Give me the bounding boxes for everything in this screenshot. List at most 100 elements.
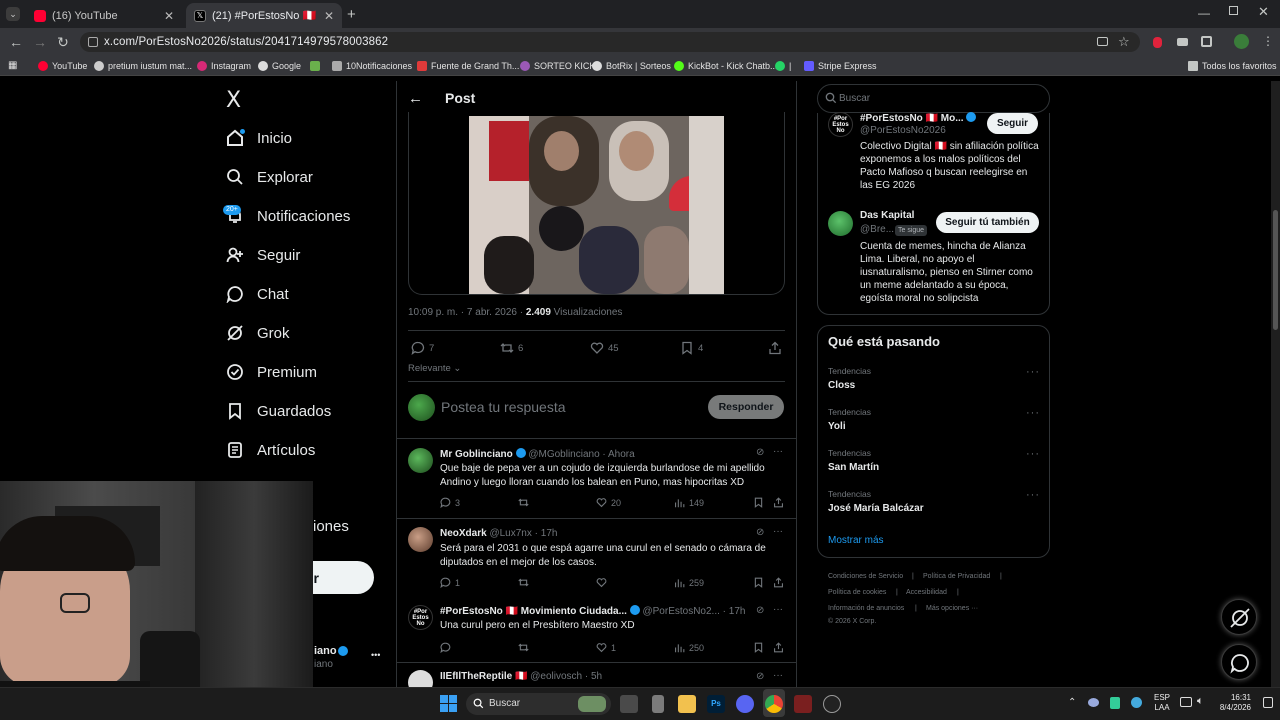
tab-search-button[interactable]: ⌄	[6, 7, 20, 21]
photoshop-icon[interactable]: Ps	[707, 695, 725, 713]
back-arrow-icon[interactable]: ←	[408, 90, 423, 107]
like-button[interactable]: 45	[590, 341, 619, 355]
repost-button[interactable]	[518, 577, 533, 588]
bookmark-item[interactable]: Instagram	[197, 61, 251, 71]
avatar[interactable]	[408, 527, 433, 552]
bookmark-item[interactable]: YouTube	[38, 61, 87, 71]
nav-more-options[interactable]: iones	[313, 518, 349, 535]
grok-icon[interactable]: ⊘	[756, 527, 764, 538]
bookmark-item[interactable]: BotRix | Sorteos	[592, 61, 671, 71]
bookmark-button[interactable]	[753, 497, 768, 508]
bookmark-item[interactable]: Google	[258, 61, 301, 71]
like-button[interactable]: 20	[596, 497, 621, 508]
bookmark-item[interactable]: Stripe Express	[804, 61, 877, 71]
like-button[interactable]: 1	[596, 642, 616, 653]
app-icon[interactable]	[794, 695, 812, 713]
my-avatar[interactable]	[408, 394, 435, 421]
app-icon[interactable]	[652, 695, 664, 713]
chat-fab[interactable]	[1221, 644, 1257, 680]
account-name[interactable]: #PorEstosNo 🇵🇪 Mo...	[860, 112, 977, 124]
reply-input[interactable]: Postea tu respuesta	[441, 399, 566, 415]
account-handle[interactable]: @PorEstosNo2026	[860, 125, 946, 136]
language-indicator[interactable]: ESP LAA	[1154, 693, 1170, 713]
nav-follow[interactable]: Seguir	[226, 246, 300, 264]
reply-button[interactable]: 1	[440, 577, 460, 588]
grok-icon[interactable]: ⊘	[756, 605, 764, 616]
new-tab-button[interactable]: +	[347, 6, 356, 23]
avatar[interactable]	[828, 211, 853, 236]
more-icon[interactable]: ···	[773, 526, 783, 537]
chrome-icon[interactable]	[765, 695, 783, 713]
trend-item[interactable]: Tendencias José María Balcázar	[828, 489, 924, 514]
bookmark-item[interactable]: pretium iustum mat...	[94, 61, 192, 71]
nav-premium[interactable]: Premium	[226, 363, 317, 381]
bookmark-item[interactable]: Fuente de Grand Th...	[417, 61, 519, 71]
close-window-button[interactable]: ✕	[1258, 4, 1269, 20]
extension-icon[interactable]	[1177, 38, 1188, 46]
account-menu-icon[interactable]: •••	[371, 650, 380, 660]
scrollbar-thumb[interactable]	[1273, 210, 1278, 330]
windows-start-icon[interactable]	[440, 695, 457, 712]
avatar[interactable]: #Por Estos No	[828, 112, 853, 137]
repost-button[interactable]	[518, 642, 533, 653]
more-icon[interactable]: ···	[1026, 366, 1040, 378]
reload-icon[interactable]: ↻	[55, 34, 71, 50]
minimize-button[interactable]: —	[1198, 6, 1210, 20]
close-tab-icon[interactable]: ✕	[324, 9, 334, 23]
share-button[interactable]	[773, 577, 788, 588]
like-button[interactable]	[596, 577, 611, 588]
repost-button[interactable]: 6	[500, 341, 523, 355]
more-icon[interactable]: ···	[1026, 489, 1040, 501]
bookmark-item[interactable]: KickBot - Kick Chatb...	[674, 61, 778, 71]
account-handle[interactable]: @Bre...	[860, 224, 894, 235]
reply-button[interactable]	[440, 642, 455, 653]
grok-icon[interactable]: ⊘	[756, 447, 764, 458]
discord-icon[interactable]	[736, 695, 754, 713]
more-icon[interactable]: ···	[773, 604, 783, 615]
trend-item[interactable]: Tendencias Closs	[828, 366, 871, 391]
grok-icon[interactable]: ⊘	[756, 671, 764, 682]
footer-link[interactable]: Política de cookies	[828, 589, 886, 596]
nav-home[interactable]: Inicio	[226, 129, 292, 147]
volume-icon[interactable]: 🔈︎	[1197, 695, 1204, 708]
sort-dropdown[interactable]: Relevante ⌄	[408, 363, 461, 374]
views-button[interactable]: 149	[674, 497, 704, 508]
account-name[interactable]: iano	[314, 645, 337, 657]
footer-link[interactable]: Política de Privacidad	[923, 573, 990, 580]
clock[interactable]: 16:31 8/4/2026	[1213, 693, 1251, 713]
close-tab-icon[interactable]: ✕	[164, 9, 174, 23]
avatar[interactable]: #Por Estos No	[408, 605, 433, 630]
forward-icon[interactable]: →	[32, 34, 48, 50]
footer-link[interactable]: Más opciones ···	[926, 605, 978, 612]
notification-center-icon[interactable]	[1263, 697, 1273, 708]
more-icon[interactable]: ···	[1026, 407, 1040, 419]
reply-button[interactable]: 3	[440, 497, 460, 508]
account-name[interactable]: Das Kapital	[860, 210, 914, 221]
share-button[interactable]	[768, 341, 786, 355]
install-icon[interactable]	[1097, 37, 1108, 46]
tab-post[interactable]: 𝕏 (21) #PorEstosNo 🇵🇪 Movimient ✕	[186, 3, 342, 28]
nav-articles[interactable]: Artículos	[226, 441, 315, 459]
extension-icon[interactable]	[1153, 37, 1162, 48]
share-button[interactable]	[773, 497, 788, 508]
tray-icon[interactable]	[1088, 698, 1099, 707]
profile-avatar[interactable]	[1234, 34, 1249, 49]
trend-item[interactable]: Tendencias Yoli	[828, 407, 871, 432]
views-button[interactable]: 250	[674, 642, 704, 653]
footer-link[interactable]: Información de anuncios	[828, 605, 904, 612]
whatsapp-icon[interactable]: |	[775, 61, 791, 71]
footer-link[interactable]: Accesibilidad	[906, 589, 947, 596]
taskbar-search-input[interactable]: Buscar	[489, 698, 520, 709]
x-logo[interactable]: X	[226, 88, 241, 113]
bookmark-button[interactable]	[753, 577, 768, 588]
file-explorer-icon[interactable]	[678, 695, 696, 713]
bookmark-button[interactable]: 4	[680, 341, 703, 355]
follow-back-button[interactable]: Seguir tú también	[936, 212, 1039, 233]
reply-button[interactable]: 7	[411, 341, 434, 355]
network-icon[interactable]	[1180, 697, 1192, 707]
maximize-button[interactable]	[1229, 6, 1238, 15]
url-text[interactable]: x.com/PorEstosNo2026/status/204171497957…	[104, 36, 388, 48]
scrollbar[interactable]	[1271, 81, 1280, 687]
nav-chat[interactable]: Chat	[226, 285, 289, 303]
follow-button[interactable]: Seguir	[987, 113, 1038, 134]
